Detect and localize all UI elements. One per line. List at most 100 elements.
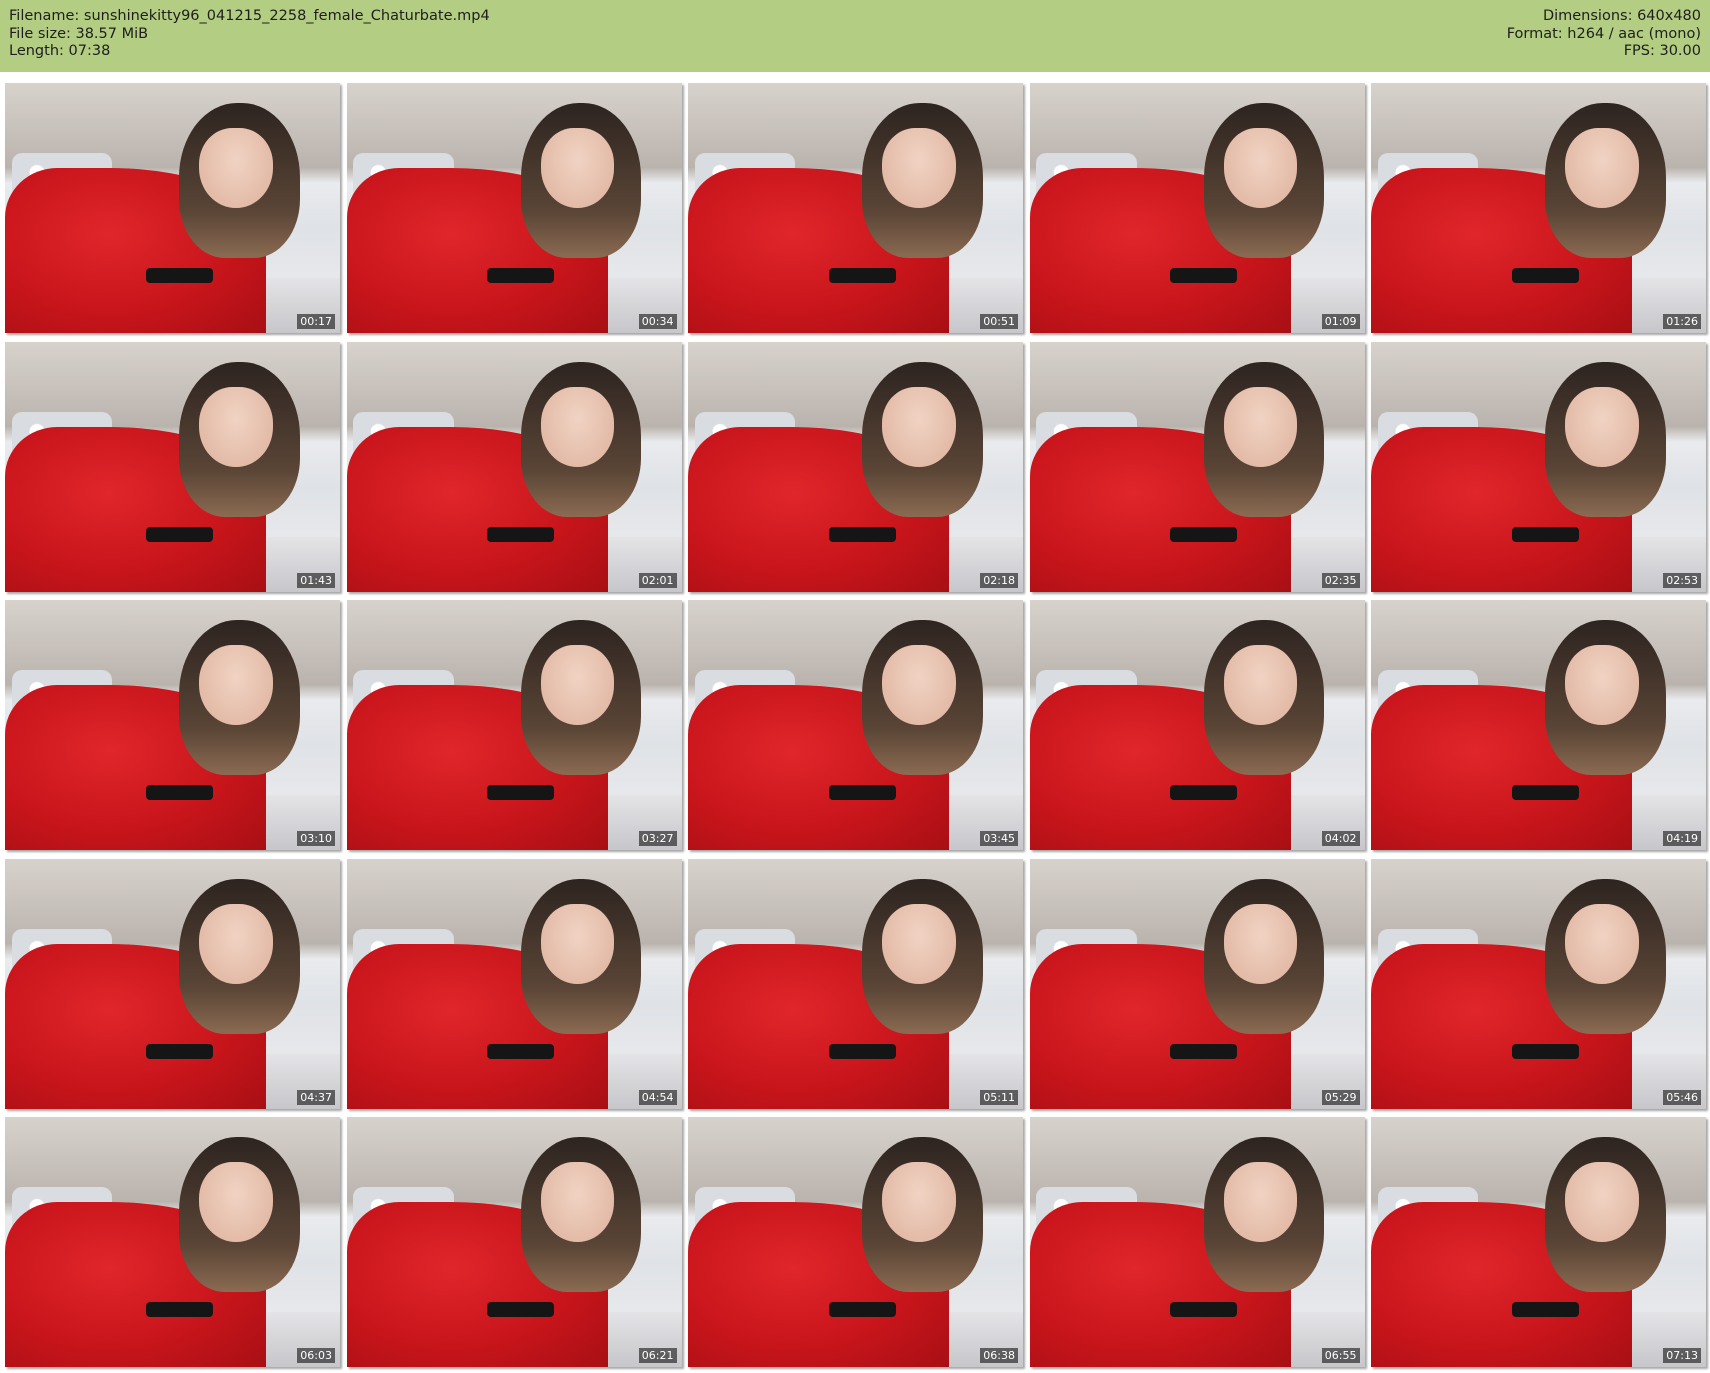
thumbnail-frame-face (1565, 1162, 1639, 1242)
thumbnail-timestamp: 03:27 (638, 831, 677, 846)
thumbnail-frame-face (1223, 1162, 1298, 1242)
thumbnail-timestamp: 02:18 (980, 572, 1018, 588)
thumbnail-frame-face (1223, 645, 1298, 725)
format-line: Format: h264 / aac (mono) (1507, 26, 1701, 44)
fps-line: FPS: 30.00 (1507, 43, 1701, 61)
video-thumbnail[interactable]: 06:38 (688, 1117, 1023, 1367)
thumbnail-timestamp: 01:09 (1321, 314, 1360, 329)
thumbnail-frame-top (828, 268, 896, 283)
thumbnail-frame-top (1511, 785, 1579, 800)
thumbnail-frame-top (145, 526, 213, 542)
video-thumbnail[interactable]: 00:51 (688, 83, 1023, 333)
thumbnail-frame-face (540, 903, 615, 984)
thumbnail-timestamp: 01:26 (1663, 314, 1701, 329)
thumbnail-timestamp: 00:17 (297, 314, 335, 329)
video-thumbnail[interactable]: 05:29 (1029, 858, 1365, 1109)
thumbnail-frame-top (487, 268, 555, 283)
filename-label: Filename: (9, 8, 80, 24)
info-header: Filename: sunshinekitty96_041215_2258_fe… (0, 0, 1710, 72)
thumbnail-frame-top (487, 785, 555, 800)
thumbnail-frame-top (1170, 1043, 1238, 1059)
thumbnail-frame-top (145, 268, 213, 283)
video-thumbnail[interactable]: 01:26 (1371, 83, 1706, 333)
thumbnail-timestamp: 02:53 (1663, 572, 1701, 588)
video-thumbnail[interactable]: 01:09 (1029, 83, 1365, 333)
dimensions-value: 640x480 (1637, 8, 1701, 24)
fps-label: FPS: (1623, 43, 1655, 59)
video-thumbnail[interactable]: 03:45 (688, 600, 1023, 850)
thumbnail-timestamp: 07:13 (1663, 1348, 1701, 1363)
dimensions-line: Dimensions: 640x480 (1507, 8, 1701, 26)
thumbnail-timestamp: 06:21 (638, 1348, 677, 1363)
thumbnail-timestamp: 05:11 (980, 1089, 1018, 1105)
thumbnail-frame-face (882, 903, 956, 984)
thumbnail-frame-face (882, 386, 956, 467)
thumbnail-frame-face (540, 128, 615, 208)
thumbnail-frame-top (1511, 526, 1579, 542)
thumbnail-frame-top (1170, 268, 1238, 283)
thumbnail-frame-face (540, 645, 615, 725)
thumbnail-frame-top (487, 526, 555, 542)
video-thumbnail[interactable]: 00:34 (346, 83, 682, 333)
video-thumbnail[interactable]: 04:37 (5, 858, 340, 1109)
thumbnail-frame-face (199, 645, 273, 725)
thumbnail-frame-face (1565, 645, 1639, 725)
thumbnail-frame-face (540, 1162, 615, 1242)
thumbnail-frame-face (199, 903, 273, 984)
video-thumbnail[interactable]: 00:17 (5, 83, 340, 333)
thumbnail-frame-top (828, 1043, 896, 1059)
video-thumbnail[interactable]: 02:35 (1029, 341, 1365, 592)
video-thumbnail[interactable]: 02:01 (346, 341, 682, 592)
filesize-label: File size: (9, 25, 71, 42)
video-thumbnail[interactable]: 07:13 (1371, 1117, 1706, 1367)
thumbnail-frame-face (1565, 903, 1639, 984)
thumbnail-timestamp: 04:19 (1663, 831, 1701, 846)
thumbnail-frame-face (882, 1162, 956, 1242)
thumbnail-frame-face (540, 386, 615, 467)
video-thumbnail[interactable]: 04:19 (1371, 600, 1706, 850)
thumbnail-frame-face (882, 128, 956, 208)
filename-line: Filename: sunshinekitty96_041215_2258_fe… (9, 8, 490, 26)
video-thumbnail[interactable]: 05:11 (688, 858, 1023, 1109)
video-thumbnail[interactable]: 04:54 (346, 858, 682, 1109)
thumbnail-timestamp: 06:55 (1321, 1348, 1360, 1363)
file-info: Filename: sunshinekitty96_041215_2258_fe… (9, 8, 490, 61)
video-thumbnail[interactable]: 03:10 (5, 600, 340, 850)
thumbnail-timestamp: 04:54 (638, 1089, 677, 1105)
thumbnail-frame-top (1170, 526, 1238, 542)
thumbnail-timestamp: 02:01 (638, 572, 677, 588)
thumbnail-timestamp: 06:03 (297, 1348, 335, 1363)
thumbnail-frame-top (1511, 1043, 1579, 1059)
thumbnail-frame-face (199, 128, 273, 208)
video-thumbnail[interactable]: 06:55 (1029, 1117, 1365, 1367)
thumbnail-frame-top (145, 785, 213, 800)
thumbnail-frame-face (882, 645, 956, 725)
thumbnail-frame-face (1223, 128, 1298, 208)
thumbnail-timestamp: 03:10 (297, 831, 335, 846)
thumbnail-frame-top (487, 1043, 555, 1059)
thumbnail-frame-face (1565, 386, 1639, 467)
video-thumbnail[interactable]: 06:03 (5, 1117, 340, 1367)
dimensions-label: Dimensions: (1542, 8, 1633, 24)
thumbnail-frame-top (145, 1043, 213, 1059)
video-thumbnail[interactable]: 06:21 (346, 1117, 682, 1367)
video-thumbnail[interactable]: 04:02 (1029, 600, 1365, 850)
thumbnail-timestamp: 06:38 (980, 1348, 1018, 1363)
thumbnail-frame-top (828, 526, 896, 542)
filesize-line: File size: 38.57 MiB (9, 26, 490, 44)
thumbnail-frame-face (1223, 386, 1298, 467)
length-value: 07:38 (68, 43, 111, 59)
thumbnail-frame-top (828, 785, 896, 800)
video-thumbnail[interactable]: 02:18 (688, 341, 1023, 592)
video-thumbnail[interactable]: 05:46 (1371, 858, 1706, 1109)
filename-value: sunshinekitty96_041215_2258_female_Chatu… (83, 8, 490, 24)
video-thumbnail[interactable]: 01:43 (5, 341, 340, 592)
thumbnail-timestamp: 02:35 (1321, 572, 1360, 588)
format-label: Format: (1506, 25, 1563, 42)
thumbnail-frame-top (487, 1302, 555, 1317)
video-info: Dimensions: 640x480 Format: h264 / aac (… (1507, 8, 1701, 61)
video-thumbnail[interactable]: 02:53 (1371, 341, 1706, 592)
filesize-value: 38.57 MiB (75, 25, 149, 42)
video-thumbnail[interactable]: 03:27 (346, 600, 682, 850)
thumbnail-timestamp: 05:29 (1321, 1089, 1360, 1105)
